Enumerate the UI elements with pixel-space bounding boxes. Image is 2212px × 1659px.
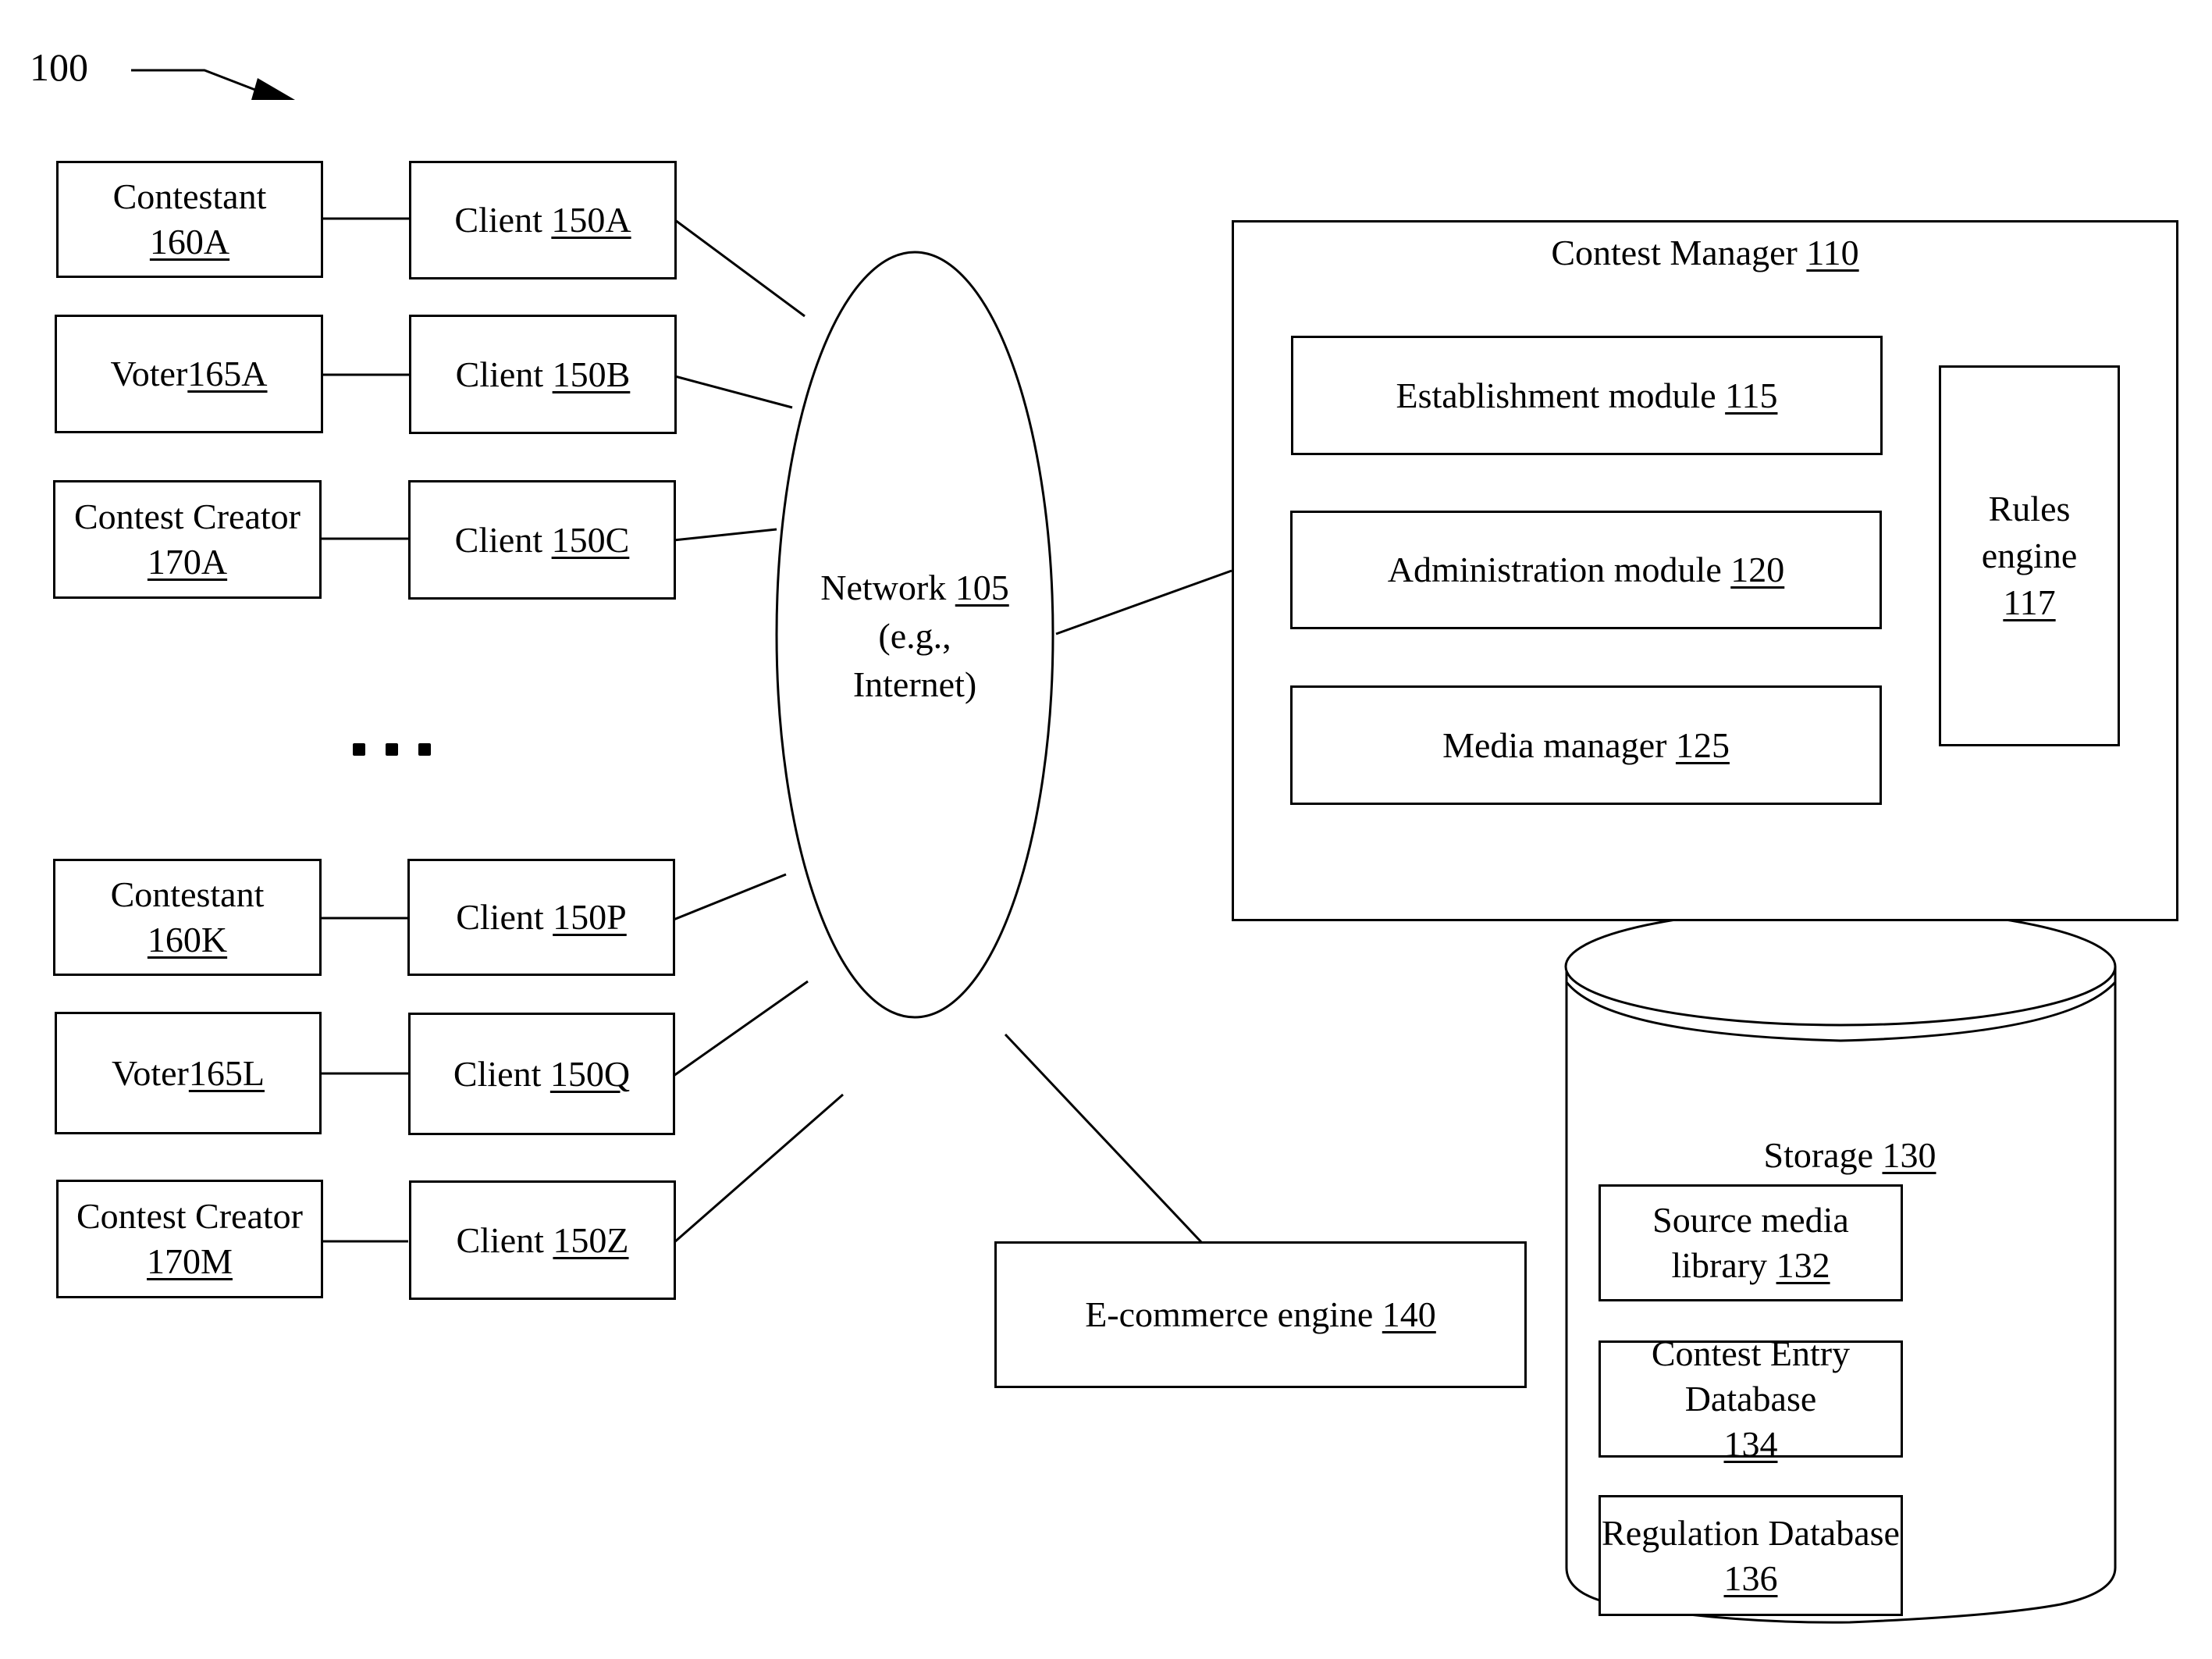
figure-arrow [131, 69, 270, 97]
user-ref: 170A [147, 542, 228, 582]
storage-item-ref: 136 [1723, 1558, 1778, 1598]
module-box-establishment[interactable]: Establishment module 115 [1291, 336, 1883, 455]
network-ref: 105 [955, 568, 1009, 607]
link-client-z-network [673, 1093, 844, 1244]
rules-engine-line2: engine [1981, 536, 2078, 575]
module-label: Administration module [1387, 550, 1722, 589]
storage-item-label: Contest Entry Database [1651, 1333, 1851, 1419]
client-ref: 150Q [549, 1053, 631, 1094]
storage-label: Storage 130 [1647, 1132, 2053, 1179]
module-label: Media manager [1442, 724, 1667, 765]
rules-engine-line1: Rules [1988, 489, 2071, 529]
client-box-150p[interactable]: Client 150P [407, 859, 675, 976]
user-box-voter-165l[interactable]: Voter165L [55, 1012, 322, 1134]
ellipsis-dot [418, 743, 431, 756]
client-box-150a[interactable]: Client 150A [409, 161, 677, 279]
storage-item-regulation-database[interactable]: Regulation Database 136 [1599, 1495, 1903, 1616]
network-note-line2: Internet) [852, 664, 977, 704]
link-client-b-network [674, 375, 793, 409]
user-box-contestant-160k[interactable]: Contestant 160K [53, 859, 322, 976]
user-role: Voter [112, 1052, 189, 1093]
user-role: Contestant [110, 874, 265, 914]
client-label: Client [454, 200, 542, 240]
contest-manager-ref: 110 [1806, 233, 1859, 272]
network-note-line1: (e.g., [878, 616, 951, 656]
module-box-administration[interactable]: Administration module 120 [1290, 511, 1882, 629]
storage-item-ref: 134 [1723, 1424, 1778, 1464]
link-client-p-network [673, 873, 787, 921]
rules-engine-box[interactable]: Rules engine 117 [1939, 365, 2120, 746]
link-client-q-network [673, 980, 809, 1077]
storage-item-source-media-library[interactable]: Source media library 132 [1599, 1184, 1903, 1301]
module-ref: 115 [1725, 375, 1778, 415]
rules-engine-ref: 117 [2003, 582, 2056, 622]
user-ref: 165A [187, 354, 268, 393]
client-box-150b[interactable]: Client 150B [409, 315, 677, 434]
user-role: Voter [110, 354, 188, 393]
storage-item-contest-entry-database[interactable]: Contest Entry Database 134 [1599, 1333, 1903, 1464]
ecommerce-label: E-commerce engine [1085, 1294, 1374, 1334]
user-ref: 160K [147, 920, 228, 959]
user-role: Contest Creator [76, 1196, 303, 1236]
contest-manager-label: Contest Manager [1551, 233, 1798, 272]
client-box-150q[interactable]: Client 150Q [408, 1013, 675, 1135]
client-box-150c[interactable]: Client 150C [408, 480, 676, 600]
storage-item-label: Regulation Database [1602, 1512, 1900, 1553]
module-ref: 120 [1730, 550, 1785, 589]
client-label: Client [456, 897, 544, 937]
module-box-media-manager[interactable]: Media manager 125 [1290, 685, 1882, 805]
module-ref: 125 [1675, 724, 1730, 765]
user-box-creator-170m[interactable]: Contest Creator 170M [56, 1180, 323, 1298]
module-label: Establishment module [1396, 375, 1716, 415]
client-ref: 150A [551, 200, 631, 240]
client-label: Client [455, 354, 544, 394]
client-ref: 150C [551, 519, 630, 560]
client-ref: 150P [553, 897, 627, 937]
client-ref: 150Z [553, 1219, 629, 1260]
user-box-creator-170a[interactable]: Contest Creator 170A [53, 480, 322, 599]
client-label: Client [453, 1053, 542, 1094]
ecommerce-engine-box[interactable]: E-commerce engine 140 [994, 1241, 1527, 1388]
network-label[interactable]: Network 105 (e.g., Internet) [798, 564, 1032, 709]
storage-item-ref: 132 [1776, 1245, 1830, 1285]
ellipsis-dot [353, 743, 365, 756]
user-role: Contest Creator [74, 497, 301, 536]
user-ref: 165L [188, 1052, 265, 1093]
client-box-150z[interactable]: Client 150Z [409, 1180, 676, 1300]
figure-number: 100 [30, 45, 88, 89]
ecommerce-ref: 140 [1382, 1294, 1436, 1334]
ellipsis-dot [386, 743, 398, 756]
client-label: Client [454, 519, 543, 560]
client-ref: 150B [552, 354, 631, 394]
client-label: Client [456, 1219, 544, 1260]
network-name: Network [820, 568, 947, 607]
user-box-contestant-160a[interactable]: Contestant 160A [56, 161, 323, 278]
link-client-c-network [673, 528, 777, 542]
user-ref: 170M [147, 1241, 233, 1281]
user-ref: 160A [149, 222, 230, 262]
user-box-voter-165a[interactable]: Voter165A [55, 315, 323, 433]
link-client-a-network [674, 219, 805, 318]
storage-ref: 130 [1882, 1135, 1936, 1175]
storage-name: Storage [1763, 1135, 1873, 1175]
figure-arrow-head [251, 78, 295, 100]
storage-cylinder-top [1564, 906, 2117, 1027]
link-network-ecommerce [1004, 1033, 1204, 1244]
link-network-manager [1055, 569, 1232, 635]
user-role: Contestant [112, 176, 267, 216]
